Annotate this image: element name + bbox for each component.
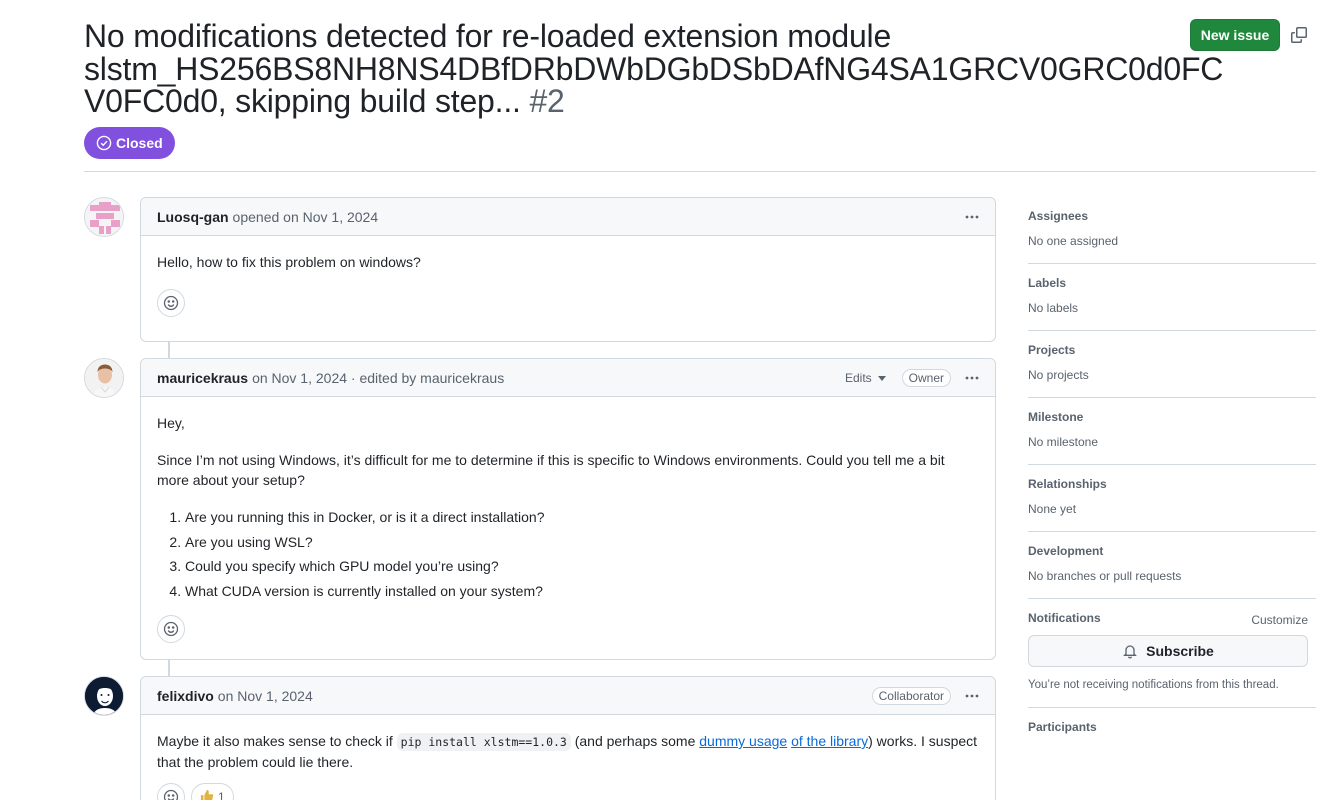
sidebar-development: Development No branches or pull requests [1028,532,1316,599]
collaborator-badge: Collaborator [871,687,951,705]
issue-sidebar: Assignees No one assigned Labels No labe… [1028,197,1316,758]
comment-2: mauricekraus on Nov 1, 2024 · edited by … [140,358,996,660]
comment-meta[interactable]: opened on Nov 1, 2024 [233,209,379,225]
sidebar-title[interactable]: Labels [1028,275,1316,291]
sidebar-value: No projects [1028,368,1089,382]
comment-meta[interactable]: on Nov 1, 2024 · edited by mauricekraus [252,370,504,386]
comment-text-start: Maybe it also makes sense to check if [157,733,397,749]
state-badge: Closed [84,127,175,159]
comment-header: Luosq-gan opened on Nov 1, 2024 [141,198,995,236]
sidebar-value: No milestone [1028,435,1099,449]
sidebar-projects: Projects No projects [1028,331,1316,398]
reaction-row [141,289,995,331]
add-reaction-smiley-icon[interactable] [157,614,185,643]
header-divider [84,171,1316,172]
sidebar-title[interactable]: Relationships [1028,476,1316,492]
sidebar-value: No branches or pull requests [1028,569,1182,583]
issue-title: No modifications detected for re-loaded … [84,20,1223,119]
kebab-menu-icon[interactable] [959,365,985,391]
issue-number: #2 [529,83,565,119]
list-item: Are you running this in Docker, or is it… [185,507,979,527]
kebab-menu-icon[interactable] [959,683,985,709]
sidebar-title: Participants [1028,720,1097,734]
comment-text: Maybe it also makes sense to check if pi… [157,731,979,772]
add-reaction-smiley-icon[interactable] [157,783,185,800]
sidebar-title[interactable]: Assignees [1028,208,1316,224]
subscribe-button[interactable]: Subscribe [1028,635,1308,667]
reaction-row: 1 [141,783,995,800]
sidebar-value: No one assigned [1028,234,1119,248]
reaction-row [141,614,995,657]
comment-header: felixdivo on Nov 1, 2024 Collaborator [141,677,995,715]
sidebar-title[interactable]: Development [1028,543,1316,559]
comment-text: Hello, how to fix this problem on window… [157,254,421,270]
question-list: Are you running this in Docker, or is it… [157,507,979,601]
issue-title-text: No modifications detected for re-loaded … [84,18,1224,119]
comment-author[interactable]: felixdivo [157,688,214,704]
comment-header: mauricekraus on Nov 1, 2024 · edited by … [141,359,995,397]
sidebar-assignees: Assignees No one assigned [1028,197,1316,264]
comment-author[interactable]: mauricekraus [157,370,248,386]
triangle-down-icon [877,371,886,385]
comment-3: felixdivo on Nov 1, 2024 Collaborator Ma… [140,676,996,800]
library-link[interactable]: of the library [791,733,868,749]
copy-link-icon[interactable] [1289,25,1309,45]
list-item: What CUDA version is currently installed… [185,581,979,601]
sidebar-relationships: Relationships None yet [1028,465,1316,532]
comment-intro: Since I’m not using Windows, it’s diffic… [157,452,945,488]
comment-1: Luosq-gan opened on Nov 1, 2024 Hello, h… [140,197,996,342]
edits-label: Edits [844,371,872,385]
list-item: Are you using WSL? [185,532,979,552]
sidebar-value: No labels [1028,301,1079,315]
sidebar-title[interactable]: Milestone [1028,409,1316,425]
list-item: Could you specify which GPU model you’re… [185,556,979,576]
sidebar-participants: Participants [1028,708,1316,758]
dummy-usage-link[interactable]: dummy usage [699,733,787,749]
comment-body: Maybe it also makes sense to check if pi… [141,715,995,772]
state-label: Closed [116,135,163,151]
bell-icon [1122,643,1138,659]
avatar-mauricekraus[interactable] [84,358,124,398]
add-reaction-smiley-icon[interactable] [157,289,185,317]
closed-check-icon [96,135,112,151]
new-issue-button[interactable]: New issue [1190,19,1280,51]
subscribe-label: Subscribe [1146,643,1214,659]
avatar-luosq-gan[interactable] [84,197,124,237]
sidebar-milestone: Milestone No milestone [1028,398,1316,465]
avatar-felixdivo[interactable] [84,676,124,716]
sidebar-notifications: Notifications Customize Subscribe You’re… [1028,599,1316,708]
comment-body: Hey, Since I’m not using Windows, it’s d… [141,397,995,601]
kebab-menu-icon[interactable] [959,204,985,230]
reaction-count: 1 [218,790,225,800]
customize-link[interactable]: Customize [1251,613,1308,627]
comment-body: Hello, how to fix this problem on window… [141,236,995,272]
thumbs-up-icon [200,789,214,800]
sidebar-value: None yet [1028,502,1077,516]
notifications-note: You’re not receiving notifications from … [1028,679,1279,691]
thumbs-up-reaction[interactable]: 1 [191,783,234,800]
comment-greeting: Hey, [157,415,185,431]
edits-dropdown[interactable]: Edits [845,371,886,385]
comment-meta[interactable]: on Nov 1, 2024 [218,688,313,704]
owner-badge: Owner [901,369,951,387]
inline-code: pip install xlstm==1.0.3 [396,733,571,751]
comment-text-mid: (and perhaps some [570,733,700,749]
sidebar-labels: Labels No labels [1028,264,1316,331]
comment-author[interactable]: Luosq-gan [157,209,229,225]
sidebar-title[interactable]: Projects [1028,342,1316,358]
